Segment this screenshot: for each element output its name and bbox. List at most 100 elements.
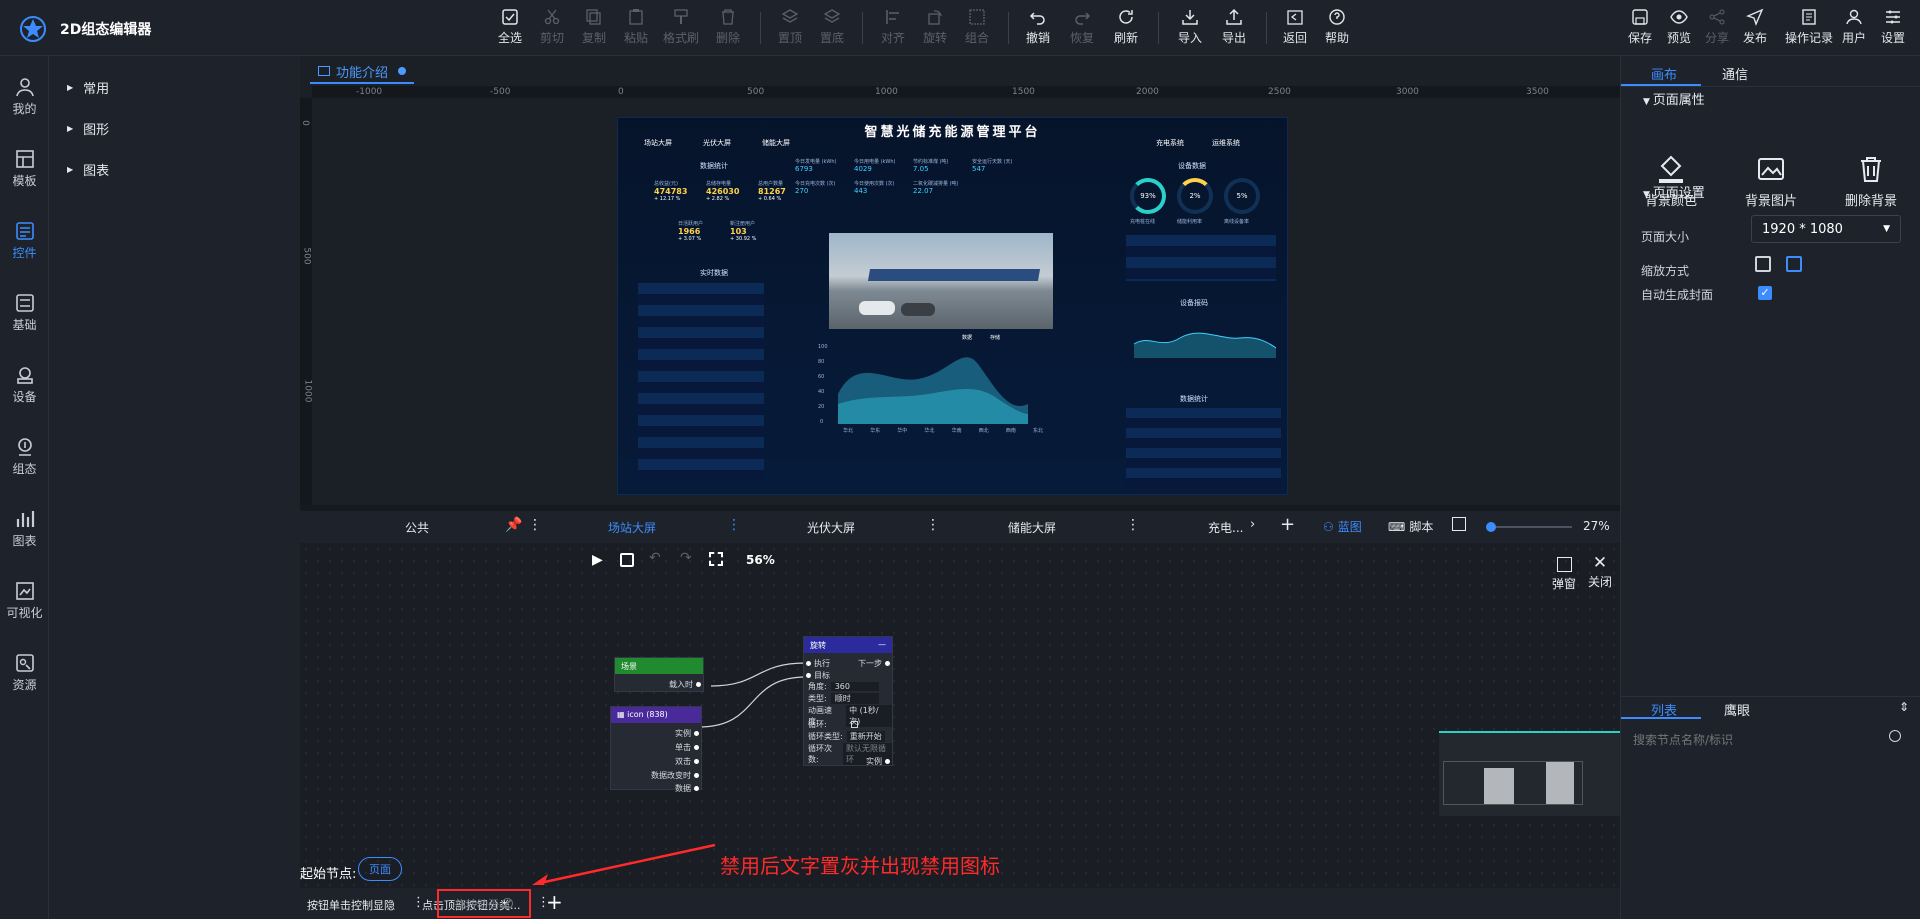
dashboard-nav-item[interactable]: 场站大屏 bbox=[644, 138, 672, 148]
operation-log-button[interactable]: 操作记录 bbox=[1784, 8, 1834, 46]
node-port[interactable]: 下一步 bbox=[858, 658, 890, 669]
collapse-icon[interactable]: — bbox=[878, 640, 886, 650]
nav-mine[interactable]: 我的 bbox=[0, 76, 49, 117]
start-node-value[interactable]: 页面 bbox=[358, 857, 402, 881]
scene-node[interactable]: 场景 载入时 bbox=[614, 657, 704, 692]
expand-collapse-icon[interactable]: ⇕ bbox=[1899, 700, 1909, 714]
icon-node[interactable]: ▦ icon (838) 实例 单击 双击 数据改变时 数据 bbox=[610, 706, 702, 793]
nav-device[interactable]: 设备 bbox=[0, 364, 49, 405]
nav-visual[interactable]: 可视化 bbox=[0, 580, 49, 621]
pin-icon[interactable]: 📌 bbox=[505, 517, 522, 533]
more-icon[interactable]: ⋮ bbox=[528, 517, 542, 533]
publish-button[interactable]: 发布 bbox=[1735, 8, 1775, 46]
node-port[interactable]: 单击 bbox=[675, 742, 699, 753]
node-port[interactable]: 载入时 bbox=[669, 679, 701, 690]
tab-storage[interactable]: 储能大屏 bbox=[1008, 519, 1056, 536]
nav-template[interactable]: 模板 bbox=[0, 148, 49, 189]
blueprint-toggle[interactable]: ⚇ 蓝图 bbox=[1323, 518, 1362, 535]
align-button[interactable]: 对齐 bbox=[873, 8, 913, 46]
zoom-slider[interactable] bbox=[1486, 522, 1572, 532]
event-tab-disabled[interactable]: 旋转动画 bbox=[437, 889, 531, 918]
undo-button[interactable]: 撤销 bbox=[1018, 8, 1058, 46]
save-button[interactable]: 保存 bbox=[1620, 8, 1660, 46]
dashboard-nav-item[interactable]: 充电系统 bbox=[1156, 138, 1184, 148]
tree-item-shape[interactable]: ▶ 图形 bbox=[67, 119, 109, 138]
auto-cover-checkbox[interactable]: ✓ bbox=[1758, 286, 1772, 300]
to-bottom-button[interactable]: 置底 bbox=[812, 8, 852, 46]
bg-image-button[interactable]: 背景图片 bbox=[1731, 154, 1811, 209]
node-port[interactable]: 实例 bbox=[866, 756, 890, 767]
tab-pv[interactable]: 光伏大屏 bbox=[807, 519, 855, 536]
user-button[interactable]: 用户 bbox=[1834, 8, 1874, 46]
back-button[interactable]: 返回 bbox=[1275, 8, 1315, 46]
doc-tab[interactable]: 功能介绍 bbox=[310, 60, 415, 84]
rotate-node[interactable]: 旋转 — 下一步 执行 目标 角度: 360 类型: 顺时 动画速度: 中 (1秒/次)… bbox=[803, 636, 893, 766]
blueprint-canvas[interactable]: ▶ ↶ ↷ 56% 弹窗 ✕ 关闭 场景 载入时 ▦ icon (838) 实例 … bbox=[300, 543, 1620, 888]
nav-basic[interactable]: 基础 bbox=[0, 292, 49, 333]
search-icon[interactable] bbox=[1889, 730, 1901, 742]
node-port[interactable]: 目标 bbox=[806, 670, 830, 681]
node-port[interactable]: 数据 bbox=[675, 783, 699, 794]
tree-item-common[interactable]: ▶ 常用 bbox=[67, 78, 109, 97]
tab-charging[interactable]: 充电... bbox=[1208, 519, 1243, 536]
add-event-icon[interactable]: + bbox=[546, 890, 563, 914]
node-port[interactable]: 实例 bbox=[675, 728, 699, 739]
scale-fit-icon[interactable] bbox=[1755, 256, 1771, 272]
group-button[interactable]: 组合 bbox=[957, 8, 997, 46]
node-port[interactable]: 双击 bbox=[675, 756, 699, 767]
more-icon[interactable]: ⋮ bbox=[727, 517, 741, 533]
event-tab-label: 旋转动画 bbox=[455, 897, 499, 911]
page-size-select[interactable]: 1920 * 1080 ▼ bbox=[1751, 215, 1901, 243]
preview-button[interactable]: 预览 bbox=[1659, 8, 1699, 46]
nav-config[interactable]: 组态 bbox=[0, 436, 49, 477]
loop-checkbox[interactable] bbox=[850, 721, 858, 728]
tab-public[interactable]: 公共 bbox=[405, 519, 429, 536]
refresh-button[interactable]: 刷新 bbox=[1106, 8, 1146, 46]
more-icon[interactable]: ⋮ bbox=[1126, 517, 1140, 533]
nav-widget[interactable]: 控件 bbox=[0, 220, 49, 261]
group-icon bbox=[969, 9, 985, 25]
redo-button[interactable]: 恢复 bbox=[1062, 8, 1102, 46]
script-toggle[interactable]: ⌨ 脚本 bbox=[1388, 518, 1433, 535]
copy-button[interactable]: 复制 bbox=[574, 8, 614, 46]
select-all-button[interactable]: 全选 bbox=[490, 8, 530, 46]
tab-communication[interactable]: 通信 bbox=[1722, 64, 1748, 83]
more-icon[interactable]: ⋮ bbox=[926, 517, 940, 533]
page-props-header[interactable]: ▼ 页面属性 bbox=[1643, 89, 1705, 108]
nav-chart[interactable]: 图表 bbox=[0, 508, 49, 549]
help-button[interactable]: 帮助 bbox=[1317, 8, 1357, 46]
event-tab[interactable]: 按钮单击控制显隐 bbox=[307, 897, 395, 913]
share-button[interactable]: 分享 bbox=[1697, 8, 1737, 46]
dashboard-canvas[interactable]: 智慧光储充能源管理平台 场站大屏 光伏大屏 储能大屏 充电系统 运维系统 数据统… bbox=[617, 117, 1288, 495]
rotate-button[interactable]: 旋转 bbox=[915, 8, 955, 46]
settings-button[interactable]: 设置 bbox=[1873, 8, 1913, 46]
format-brush-button[interactable]: 格式刷 bbox=[661, 8, 701, 46]
scale-stretch-icon[interactable] bbox=[1786, 256, 1802, 272]
cut-button[interactable]: 剪切 bbox=[532, 8, 572, 46]
node-port[interactable]: 执行 bbox=[806, 658, 830, 669]
minimap[interactable] bbox=[1439, 731, 1620, 816]
fit-icon[interactable] bbox=[1452, 517, 1466, 531]
export-button[interactable]: 导出 bbox=[1214, 8, 1254, 46]
paste-button[interactable]: 粘贴 bbox=[616, 8, 656, 46]
node-search-input[interactable] bbox=[1633, 728, 1873, 752]
to-top-button[interactable]: 置顶 bbox=[770, 8, 810, 46]
tree-item-chart[interactable]: ▶ 图表 bbox=[67, 160, 109, 179]
dashboard-nav-item[interactable]: 储能大屏 bbox=[762, 138, 790, 148]
node-title: ▦ icon (838) bbox=[611, 707, 701, 723]
dashboard-nav-item[interactable]: 光伏大屏 bbox=[703, 138, 731, 148]
node-port[interactable]: 数据改变时 bbox=[651, 770, 699, 781]
delete-button[interactable]: 删除 bbox=[708, 8, 748, 46]
add-tab-icon[interactable]: + bbox=[1280, 514, 1295, 535]
chevron-right-icon[interactable]: › bbox=[1250, 517, 1255, 532]
tab-canvas[interactable]: 画布 bbox=[1651, 64, 1677, 83]
stat-block: 新注册用户 103 + 30.92 % bbox=[730, 221, 757, 242]
page-settings-header[interactable]: ▼ 页面设置 bbox=[1643, 182, 1705, 201]
bg-delete-button[interactable]: 删除背景 bbox=[1831, 154, 1911, 209]
nav-resource[interactable]: 资源 bbox=[0, 652, 49, 693]
import-button[interactable]: 导入 bbox=[1170, 8, 1210, 46]
tab-eagle-eye[interactable]: 鹰眼 bbox=[1724, 700, 1750, 719]
tab-station[interactable]: 场站大屏 bbox=[608, 519, 656, 536]
dashboard-nav-item[interactable]: 运维系统 bbox=[1212, 138, 1240, 148]
section-title: 数据统计 bbox=[700, 162, 728, 170]
